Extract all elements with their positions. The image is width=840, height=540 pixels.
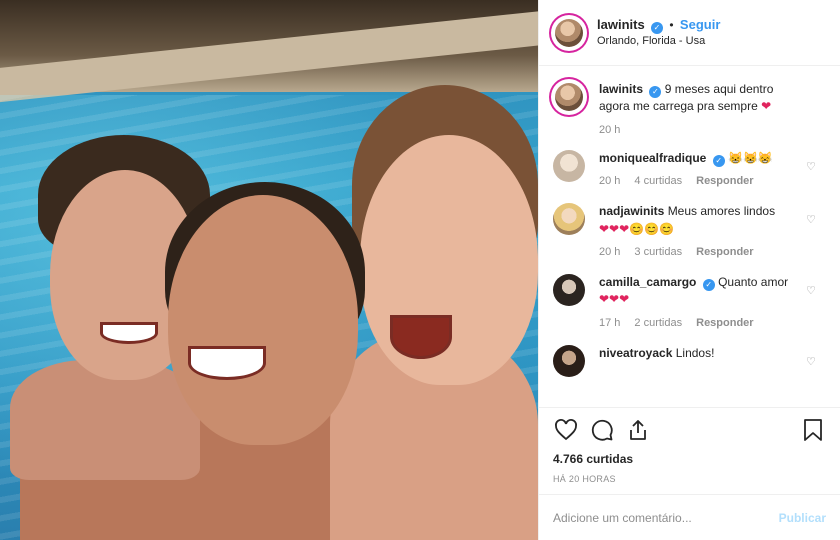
follow-button[interactable]: Seguir [680,17,720,32]
comment-item: nadjawinits Meus amores lindos ❤❤❤😊😊😊 20… [553,203,826,258]
post-location[interactable]: Orlando, Florida - Usa [597,34,720,49]
heart-icon[interactable] [553,417,579,443]
publish-button[interactable]: Publicar [779,511,826,525]
left-child-smile [100,322,158,344]
mother-face [168,195,358,445]
post-photo[interactable] [0,0,538,540]
add-comment-bar: Publicar [539,494,840,540]
commenter-avatar[interactable] [553,273,585,306]
reply-button[interactable]: Responder [696,175,753,187]
comment-icon[interactable] [589,417,615,443]
right-child-smile [390,315,452,359]
comment-body: niveatroyack Lindos! [599,345,826,377]
comment-body: camilla_camargo ✓ Quanto amor ❤❤❤ 17 h 2… [599,274,826,329]
reply-button[interactable]: Responder [696,317,753,329]
comment-likes[interactable]: 2 curtidas [634,317,682,329]
mother-smile [188,346,266,380]
commenter-avatar[interactable] [553,203,585,236]
caption-text: lawinits ✓ 9 meses aqui dentro agora me … [599,81,804,116]
author-username[interactable]: lawinits [597,17,645,32]
author-info: lawinits ✓ • Seguir Orlando, Florida - U… [597,16,720,49]
caption: lawinits ✓ 9 meses aqui dentro agora me … [553,81,826,136]
right-child-face [360,135,538,385]
comment-time[interactable]: 20 h [599,246,620,258]
comment-message: 😸😸😸 [728,150,773,165]
share-icon[interactable] [625,417,651,443]
comment-item: niveatroyack Lindos! ♡ [553,344,826,377]
post-time[interactable]: HÁ 20 HORAS [553,474,826,484]
comment-text: niveatroyack Lindos! [599,345,804,362]
comment-like-heart-icon[interactable]: ♡ [806,355,818,368]
post-side-panel: lawinits ✓ • Seguir Orlando, Florida - U… [538,0,840,540]
comment-item: moniquealfradique ✓ 😸😸😸 20 h 4 curtidas … [553,149,826,187]
comment-like-heart-icon[interactable]: ♡ [806,284,818,297]
comment-message: Quanto amor [718,274,789,289]
comment-username[interactable]: camilla_camargo [599,275,696,289]
verified-badge-icon: ✓ [712,154,725,167]
commenter-avatar[interactable] [553,149,585,182]
verified-badge-icon: ✓ [649,86,662,98]
comment-username[interactable]: moniquealfradique [599,151,706,165]
verified-badge-icon: ✓ [702,278,715,291]
author-avatar[interactable] [553,16,585,49]
comment-likes[interactable]: 3 curtidas [634,246,682,258]
comments-list[interactable]: lawinits ✓ 9 meses aqui dentro agora me … [539,67,840,407]
comment-body: nadjawinits Meus amores lindos ❤❤❤😊😊😊 20… [599,203,826,258]
comment-username[interactable]: niveatroyack [599,346,672,360]
caption-heart-emoji: ❤ [761,99,772,114]
likes-count[interactable]: 4.766 curtidas [553,452,826,466]
comment-like-heart-icon[interactable]: ♡ [806,160,818,173]
verified-badge-icon: ✓ [651,22,664,35]
bookmark-icon[interactable] [800,417,826,443]
comment-item: camilla_camargo ✓ Quanto amor ❤❤❤ 17 h 2… [553,273,826,329]
caption-meta: 20 h [599,124,804,136]
commenter-avatar[interactable] [553,344,585,377]
comment-emoji: ❤❤❤ [599,292,630,307]
comment-meta: 17 h 2 curtidas Responder [599,317,804,329]
comment-meta: 20 h 4 curtidas Responder [599,175,804,187]
comment-username[interactable]: nadjawinits [599,204,664,218]
comment-body: moniquealfradique ✓ 😸😸😸 20 h 4 curtidas … [599,150,826,187]
comment-message: Lindos! [675,345,715,360]
comment-time[interactable]: 17 h [599,317,620,329]
comment-text: nadjawinits Meus amores lindos ❤❤❤😊😊😊 [599,203,804,238]
caption-body: lawinits ✓ 9 meses aqui dentro agora me … [599,81,826,136]
comment-likes[interactable]: 4 curtidas [634,175,682,187]
comment-emoji: ❤❤❤😊😊😊 [599,221,674,236]
comment-like-heart-icon[interactable]: ♡ [806,213,818,226]
caption-time[interactable]: 20 h [599,124,620,136]
separator-dot: • [669,18,674,33]
comment-message: Meus amores lindos [667,204,776,219]
action-icons [553,416,826,444]
comment-time[interactable]: 20 h [599,175,620,187]
post-header: lawinits ✓ • Seguir Orlando, Florida - U… [539,0,840,66]
comment-input[interactable] [553,510,779,525]
caption-username[interactable]: lawinits [599,82,643,96]
comment-text: camilla_camargo ✓ Quanto amor ❤❤❤ [599,274,804,309]
comment-meta: 20 h 3 curtidas Responder [599,246,804,258]
post-actions: 4.766 curtidas HÁ 20 HORAS [539,407,840,493]
instagram-post: lawinits ✓ • Seguir Orlando, Florida - U… [0,0,840,540]
reply-button[interactable]: Responder [696,246,753,258]
caption-avatar[interactable] [553,81,585,113]
comment-text: moniquealfradique ✓ 😸😸😸 [599,150,804,167]
